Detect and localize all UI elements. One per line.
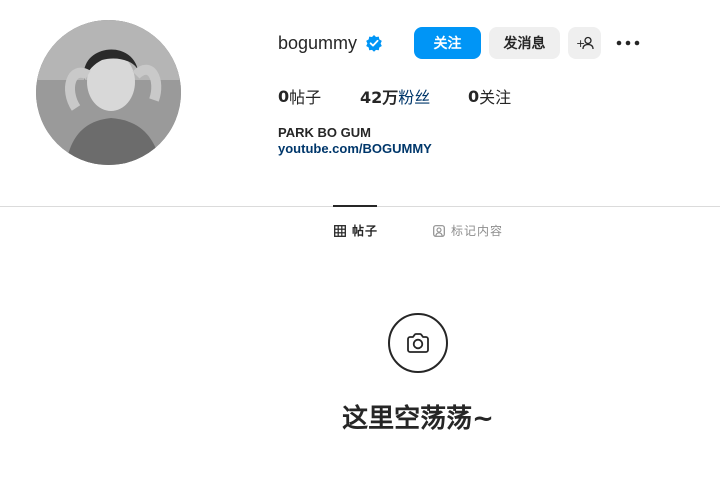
bio-link[interactable]: youtube.com/BOGUMMY [278, 141, 432, 156]
posts-label: 帖子 [289, 88, 322, 107]
suggest-users-button[interactable]: + [568, 27, 601, 59]
tab-tagged[interactable]: 标记内容 [433, 222, 503, 239]
tab-tagged-label: 标记内容 [451, 224, 504, 238]
empty-state-icon-wrapper [388, 313, 448, 373]
more-icon [616, 40, 640, 46]
stat-posts: 0 帖子 [278, 84, 321, 108]
active-tab-indicator [333, 205, 377, 207]
grid-icon [334, 224, 346, 237]
profile-tabs: 帖子 标记内容 [0, 222, 720, 242]
empty-state-text: 这里空荡荡~ [342, 404, 494, 434]
stat-followers[interactable]: 42万 粉丝 [360, 84, 430, 108]
following-count: 0 [468, 86, 480, 106]
stat-following[interactable]: 0 关注 [468, 84, 511, 108]
following-label: 关注 [479, 88, 512, 107]
avatar[interactable] [36, 20, 181, 165]
tab-posts[interactable]: 帖子 [334, 222, 378, 239]
username: bogummy [278, 32, 358, 53]
svg-text:+: + [576, 37, 585, 50]
full-name: PARK BO GUM [278, 125, 371, 140]
more-options-button[interactable] [614, 27, 642, 59]
tagged-icon [433, 224, 445, 237]
camera-icon [407, 333, 429, 353]
profile-photo [36, 20, 181, 165]
tab-posts-label: 帖子 [352, 224, 379, 238]
follow-button[interactable]: 关注 [414, 27, 481, 59]
profile-header: bogummy [278, 27, 383, 59]
message-button[interactable]: 发消息 [489, 27, 560, 59]
posts-count: 0 [278, 86, 290, 106]
followers-count: 42万 [360, 88, 399, 107]
followers-label: 粉丝 [398, 88, 431, 107]
verified-badge-icon [365, 34, 383, 52]
add-user-icon: + [576, 36, 594, 50]
